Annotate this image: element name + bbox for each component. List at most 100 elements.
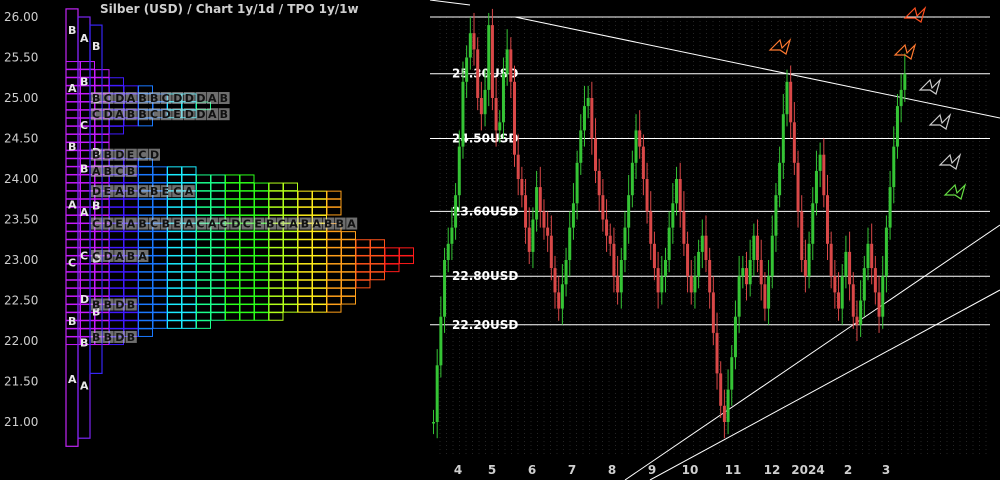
- candle-body: [811, 203, 815, 244]
- candle-body: [601, 195, 605, 220]
- tpo-box: [181, 304, 197, 313]
- tpo-box: [268, 287, 284, 297]
- tpo-box: [167, 231, 182, 240]
- tpo-box: [181, 198, 197, 208]
- candle-body: [903, 73, 907, 90]
- tpo-box: [312, 287, 327, 297]
- tpo-box: [297, 304, 313, 313]
- tpo-box: [210, 182, 226, 192]
- tpo-box: [123, 198, 139, 208]
- candle-body: [892, 146, 896, 188]
- tpo-box: [109, 77, 124, 86]
- candle-body: [774, 195, 778, 236]
- candle-body: [568, 227, 572, 260]
- y-tick-label: 22.00: [4, 334, 38, 348]
- tpo-box: [210, 247, 226, 256]
- candle-body: [730, 357, 734, 390]
- tpo-box: [109, 320, 124, 329]
- tpo-box: [196, 239, 211, 248]
- tpo-box: [181, 279, 197, 289]
- tpo-letter: A: [68, 82, 77, 95]
- tpo-box: [109, 231, 124, 240]
- tpo-box: [297, 287, 313, 297]
- candle-body: [818, 154, 822, 171]
- tpo-letter: B: [92, 199, 100, 212]
- candle-body: [531, 219, 535, 252]
- tpo-box: [167, 287, 182, 297]
- tpo-box: [196, 255, 211, 265]
- tpo-box: [312, 255, 327, 265]
- tpo-box: [312, 304, 327, 313]
- tpo-box: [283, 182, 298, 192]
- candle-body: [439, 316, 443, 366]
- candle-body: [527, 227, 531, 252]
- tpo-box: [152, 166, 168, 175]
- tpo-box: [312, 295, 327, 305]
- tpo-letter: B: [80, 336, 88, 349]
- tpo-box: [370, 239, 385, 248]
- tpo-box: [297, 198, 313, 208]
- tpo-box: [109, 271, 124, 281]
- candle-body: [763, 284, 767, 309]
- tpo-box: [254, 263, 269, 273]
- tpo-letter: A: [80, 32, 89, 45]
- candle-body: [741, 268, 745, 277]
- tpo-box: [181, 271, 197, 281]
- candle-body: [792, 122, 796, 163]
- candle-body: [630, 162, 634, 196]
- candle-body: [564, 260, 568, 285]
- tpo-box: [80, 271, 95, 281]
- tpo-letter: E: [127, 149, 135, 162]
- tpo-box: [210, 231, 226, 240]
- candle-body: [671, 203, 675, 228]
- tpo-letter: A: [68, 199, 77, 212]
- candle-body: [866, 243, 870, 269]
- candle-body: [693, 276, 697, 293]
- tpo-box: [283, 206, 298, 216]
- tpo-box: [196, 295, 211, 305]
- candle-body: [443, 260, 447, 317]
- candle-body: [432, 422, 435, 424]
- tpo-letter: D: [196, 108, 205, 121]
- tpo-box: [152, 231, 168, 240]
- y-tick-label: 23.00: [4, 253, 38, 267]
- tpo-box: [138, 231, 153, 240]
- tpo-box: [370, 271, 385, 281]
- tpo-box: [283, 287, 298, 297]
- tpo-box: [370, 247, 385, 256]
- tpo-letter: B: [162, 218, 170, 231]
- tpo-letter: D: [173, 92, 182, 105]
- candle-body: [767, 276, 771, 309]
- tpo-box: [239, 279, 255, 289]
- candle-body: [590, 98, 594, 139]
- tpo-letter: D: [115, 149, 124, 162]
- tpo-box: [225, 174, 240, 184]
- tpo-box: [196, 279, 211, 289]
- candle-body: [546, 227, 550, 236]
- tpo-box: [196, 247, 211, 256]
- candle-body: [487, 25, 491, 90]
- tpo-box: [210, 287, 226, 297]
- tpo-letter: B: [104, 299, 112, 312]
- tpo-box: [341, 287, 356, 297]
- tpo-box: [239, 247, 255, 256]
- candle-body: [719, 373, 723, 406]
- tpo-box: [210, 239, 226, 248]
- candle-body: [498, 122, 502, 131]
- y-tick-label: 21.50: [4, 375, 38, 389]
- candle-body: [848, 251, 852, 285]
- candle-body: [844, 251, 848, 277]
- tpo-box: [210, 312, 226, 321]
- candle-body: [870, 243, 874, 269]
- tpo-box: [225, 239, 240, 248]
- x-tick-label: 7: [568, 463, 576, 477]
- tpo-box: [225, 231, 240, 240]
- tpo-box: [123, 231, 139, 240]
- tpo-letter: B: [92, 40, 100, 53]
- tpo-letter: C: [138, 149, 146, 162]
- candle-body: [686, 243, 690, 277]
- tpo-letter: C: [92, 250, 100, 263]
- x-tick-label: 5: [488, 463, 496, 477]
- tpo-letter: B: [127, 250, 135, 263]
- tpo-box: [326, 287, 342, 297]
